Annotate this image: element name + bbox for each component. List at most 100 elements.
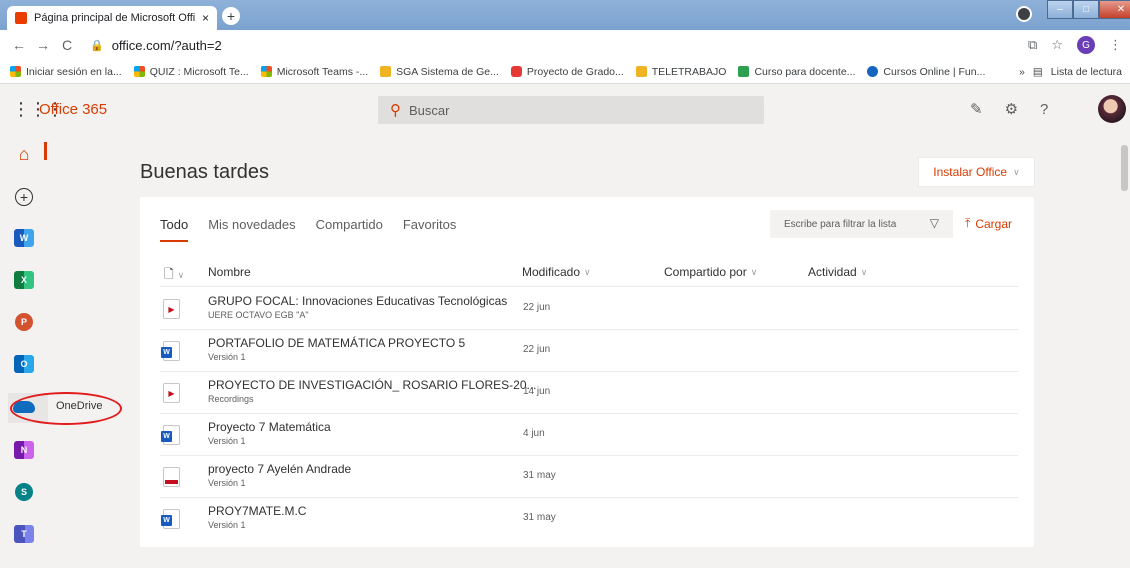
bookmark-item[interactable]: TELETRABAJO — [635, 66, 726, 78]
install-office-button[interactable]: Instalar Office ∨ — [918, 157, 1035, 187]
close-window-button[interactable]: ✕ — [1099, 0, 1130, 19]
page-scrollbar[interactable] — [1119, 133, 1130, 568]
bookmark-item[interactable]: Cursos Online | Fun... — [867, 66, 985, 78]
tab-title: Página principal de Microsoft Offi — [34, 12, 196, 24]
tab-todo[interactable]: Todo — [160, 217, 189, 242]
filter-tabs: Todo Mis novedades Compartido Favoritos — [160, 217, 476, 242]
file-name: PROY7MATE.M.C — [208, 504, 307, 518]
maximize-button[interactable]: □ — [1073, 0, 1099, 19]
bookmarks-bar: Iniciar sesión en la... QUIZ : Microsoft… — [0, 60, 1130, 84]
search-box[interactable]: ⚲ Buscar — [378, 96, 764, 124]
file-modified: 22 jun — [523, 344, 551, 355]
table-row[interactable]: PORTAFOLIO DE MATEMÁTICA PROYECTO 5 Vers… — [160, 330, 1018, 372]
browser-tab[interactable]: Página principal de Microsoft Offi × — [7, 6, 217, 30]
browser-profile-icon[interactable] — [1016, 6, 1032, 22]
sharepoint-icon: S — [15, 483, 33, 501]
office-header: ⋮⋮⋮ Office 365 ⚲ Buscar ✎ ⚙ ? — [0, 85, 1130, 133]
bookmark-item[interactable]: Curso para docente... — [738, 66, 855, 78]
rail-outlook[interactable]: O — [0, 344, 48, 384]
home-icon: ⌂ — [18, 143, 30, 164]
table-row[interactable]: Proyecto 7 Matemática Versión 1 4 jun — [160, 414, 1018, 456]
column-compartido-por[interactable]: Compartido por ∨ — [664, 265, 757, 279]
more-bookmarks-button[interactable]: » — [1019, 66, 1025, 78]
youtube-icon — [510, 66, 522, 77]
user-avatar[interactable] — [1098, 95, 1126, 123]
chevron-down-icon: ∨ — [584, 266, 591, 277]
table-row[interactable]: proyecto 7 Ayelén Andrade Versión 1 31 m… — [160, 456, 1018, 498]
settings-gear-icon[interactable]: ⚙ — [1005, 100, 1018, 118]
bookmark-item[interactable]: QUIZ : Microsoft Te... — [133, 66, 249, 78]
file-modified: 14 jun — [523, 386, 551, 397]
office-brand[interactable]: Office 365 — [39, 101, 107, 118]
folder-icon — [635, 66, 647, 77]
tab-mis-novedades[interactable]: Mis novedades — [208, 217, 295, 242]
upload-button[interactable]: ⤒ Cargar — [965, 216, 1012, 231]
bookmark-star-icon[interactable]: ☆ — [1051, 37, 1063, 53]
rail-onenote[interactable]: N — [0, 430, 48, 470]
feedback-icon[interactable]: ✎ — [970, 100, 983, 118]
rail-create[interactable]: + — [0, 177, 48, 217]
rail-word[interactable]: W — [0, 218, 48, 258]
browser-titlebar: Página principal de Microsoft Offi × + –… — [0, 0, 1130, 30]
reload-icon[interactable]: C — [56, 37, 78, 53]
file-modified: 22 jun — [523, 302, 551, 313]
share-icon[interactable]: ⧉ — [1028, 37, 1037, 53]
file-location: Versión 1 — [208, 520, 246, 530]
rail-sharepoint[interactable]: S — [0, 472, 48, 512]
microsoft-icon — [133, 66, 145, 77]
bookmark-item[interactable]: Iniciar sesión en la... — [10, 66, 122, 78]
file-name: GRUPO FOCAL: Innovaciones Educativas Tec… — [208, 294, 508, 308]
help-icon[interactable]: ? — [1040, 101, 1048, 118]
column-nombre[interactable]: Nombre — [208, 265, 251, 279]
word-file-icon — [161, 509, 180, 529]
file-location: Versión 1 — [208, 478, 246, 488]
word-icon: W — [14, 229, 34, 247]
search-placeholder: Buscar — [409, 102, 450, 118]
lock-icon[interactable]: 🔒 — [90, 39, 104, 52]
minimize-button[interactable]: – — [1047, 0, 1073, 19]
recording-file-icon — [163, 467, 180, 487]
powerpoint-icon: P — [15, 313, 33, 331]
table-row[interactable]: ▶ PROYECTO DE INVESTIGACIÓN_ ROSARIO FLO… — [160, 372, 1018, 414]
table-row[interactable]: PROY7MATE.M.C Versión 1 31 may — [160, 498, 1018, 540]
tab-favoritos[interactable]: Favoritos — [403, 217, 456, 242]
page-title: Buenas tardes — [140, 161, 269, 183]
file-name: Proyecto 7 Matemática — [208, 420, 331, 434]
back-arrow-icon[interactable]: ← — [8, 37, 30, 53]
filter-funnel-icon: ▽ — [929, 216, 939, 230]
rail-teams[interactable]: T — [0, 514, 48, 554]
reading-list-button[interactable]: Lista de lectura — [1051, 66, 1122, 78]
bookmark-item[interactable]: Microsoft Teams -... — [260, 66, 368, 78]
bookmark-item[interactable]: Proyecto de Grado... — [510, 66, 624, 78]
teams-icon: T — [14, 525, 34, 543]
rail-home[interactable]: ⌂ — [0, 134, 48, 174]
movistar-icon — [867, 66, 879, 77]
profile-avatar[interactable]: G — [1077, 36, 1095, 54]
filter-input[interactable]: Escribe para filtrar la lista ▽ — [770, 210, 953, 238]
word-file-icon — [161, 425, 180, 445]
column-actividad[interactable]: Actividad ∨ — [808, 265, 867, 279]
table-row[interactable]: ▶ GRUPO FOCAL: Innovaciones Educativas T… — [160, 288, 1018, 330]
file-type-column[interactable]: 🗋 ∨ — [164, 265, 184, 286]
browser-menu-icon[interactable]: ⋮ — [1109, 37, 1122, 53]
word-file-icon — [161, 341, 180, 361]
search-icon: ⚲ — [390, 102, 401, 119]
bookmark-item[interactable]: SGA Sistema de Ge... — [380, 66, 499, 78]
outlook-icon: O — [14, 355, 34, 373]
forward-arrow-icon[interactable]: → — [32, 37, 54, 53]
column-modificado[interactable]: Modificado ∨ — [522, 265, 591, 279]
rail-excel[interactable]: X — [0, 260, 48, 300]
highlight-circle — [10, 392, 122, 425]
new-tab-button[interactable]: + — [222, 7, 240, 25]
rail-powerpoint[interactable]: P — [0, 302, 48, 342]
url-field[interactable]: office.com/?auth=2 — [112, 38, 222, 53]
window-controls: – □ ✕ — [1047, 0, 1130, 19]
chevron-down-icon: ∨ — [860, 266, 868, 277]
scrollbar-thumb[interactable] — [1121, 145, 1128, 191]
microsoft-icon — [260, 66, 272, 77]
tab-close-icon[interactable]: × — [202, 11, 209, 25]
reading-list-icon[interactable]: ▤ — [1033, 66, 1043, 78]
file-location: UERE OCTAVO EGB "A" — [208, 310, 309, 320]
address-bar-row: ← → C 🔒 office.com/?auth=2 ⧉ ☆ G ⋮ — [0, 30, 1130, 60]
tab-compartido[interactable]: Compartido — [316, 217, 383, 242]
